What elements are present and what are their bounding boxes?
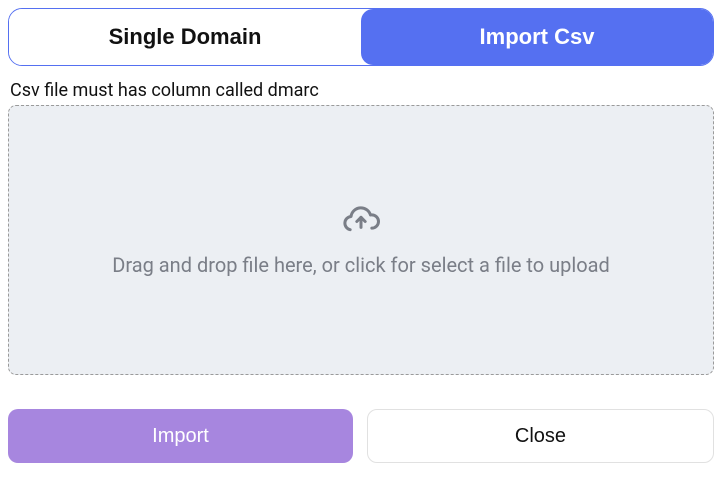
file-dropzone[interactable]: Drag and drop file here, or click for se… xyxy=(8,105,714,375)
import-button-label: Import xyxy=(152,425,209,448)
csv-hint-text: Csv file must has column called dmarc xyxy=(8,80,714,101)
close-button-label: Close xyxy=(515,425,566,448)
tab-bar: Single Domain Import Csv xyxy=(8,8,714,66)
import-button[interactable]: Import xyxy=(8,409,353,463)
tab-single-domain[interactable]: Single Domain xyxy=(9,9,361,65)
close-button[interactable]: Close xyxy=(367,409,714,463)
tab-import-csv[interactable]: Import Csv xyxy=(361,9,713,65)
button-row: Import Close xyxy=(8,409,714,463)
tab-import-csv-label: Import Csv xyxy=(480,24,595,50)
tab-single-domain-label: Single Domain xyxy=(109,24,262,50)
cloud-upload-icon xyxy=(341,203,381,239)
dropzone-instruction: Drag and drop file here, or click for se… xyxy=(112,253,610,277)
